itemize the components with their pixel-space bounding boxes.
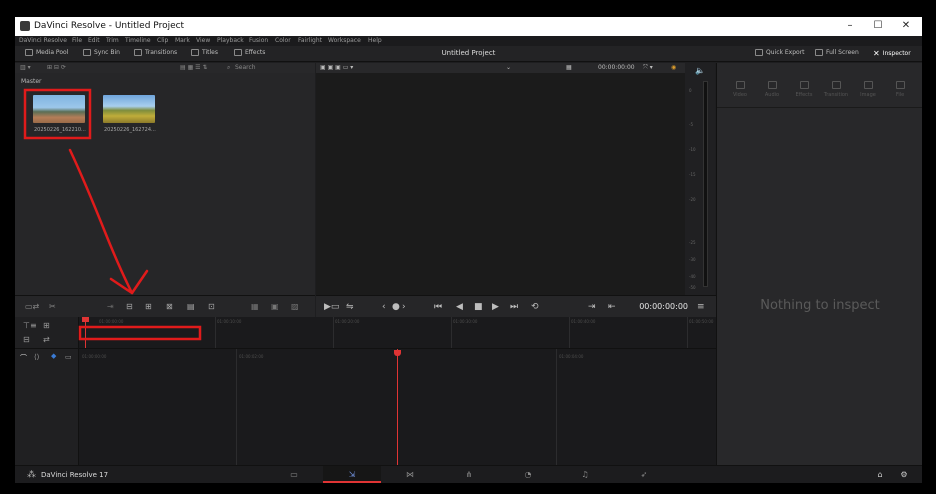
app-window: DaVinci Resolve - Untitled Project – ☐ ✕… — [15, 17, 922, 483]
annotation-overlay — [23, 88, 202, 341]
annotation-box-timeline — [78, 325, 202, 341]
annotation-box-clip — [23, 88, 92, 140]
annotation-arrow-head — [109, 269, 149, 295]
annotation-arrow-line — [68, 148, 134, 295]
